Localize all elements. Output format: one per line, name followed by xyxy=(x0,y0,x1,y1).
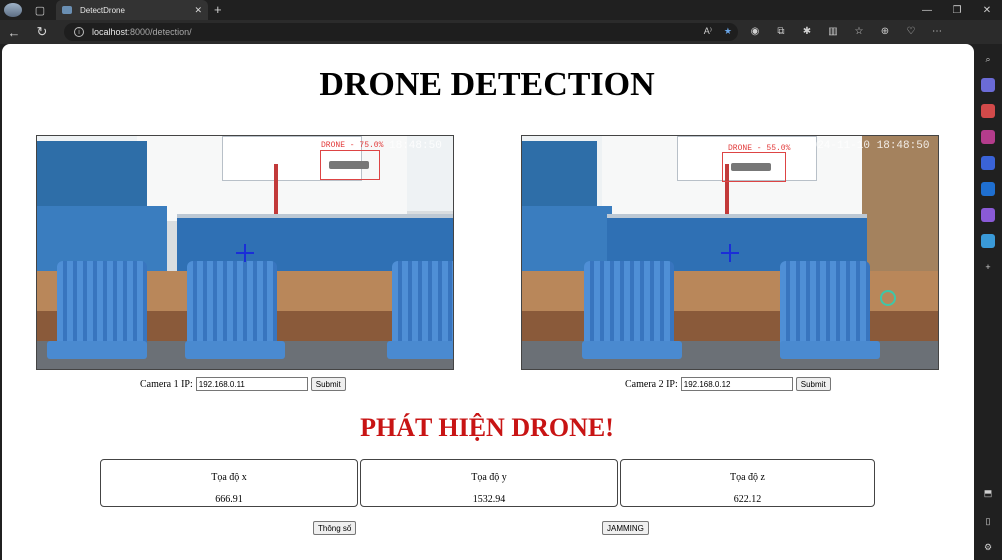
coord-z-box: Tọa độ z 622.12 xyxy=(620,459,875,507)
sidebar-games-icon[interactable] xyxy=(981,130,995,144)
browser-title-bar: ▢ DetectDrone ✕ + — ❐ ✕ xyxy=(0,0,1002,20)
detection-label: DRONE - 75.0% xyxy=(321,141,384,150)
cursor-icon xyxy=(880,290,896,306)
sidebar-add-icon[interactable]: + xyxy=(981,260,995,274)
profile-avatar[interactable] xyxy=(4,3,22,17)
split-screen-icon[interactable]: ▥ xyxy=(826,24,840,38)
back-icon[interactable]: ← xyxy=(0,25,28,40)
drone-image xyxy=(731,163,771,171)
coord-z-label: Tọa độ z xyxy=(730,472,765,483)
detection-label: DRONE - 55.0% xyxy=(728,144,791,153)
coord-y-box: Tọa độ y 1532.94 xyxy=(360,459,618,507)
coord-x-label: Tọa độ x xyxy=(211,472,247,483)
sidebar-copilot-icon[interactable] xyxy=(981,156,995,170)
workspaces-icon[interactable]: ▢ xyxy=(30,0,50,20)
page-title: DRONE DETECTION xyxy=(319,66,655,103)
camera-1-feed: DRONE - 75.0% 18:48:50 xyxy=(36,135,454,370)
favorites-icon[interactable]: ☆ xyxy=(852,24,866,38)
extension-icon[interactable]: ◉ xyxy=(748,24,762,38)
camera-2-submit-button[interactable]: Submit xyxy=(795,377,831,391)
close-window-icon[interactable]: ✕ xyxy=(972,0,1002,20)
camera-1-ip-label: Camera 1 IP: xyxy=(140,378,193,390)
tab-favicon-icon xyxy=(62,6,72,14)
drone-alert-heading: PHÁT HIỆN DRONE! xyxy=(360,413,614,442)
extensions-puzzle-icon[interactable]: ✱ xyxy=(800,24,814,38)
maximize-icon[interactable]: ❐ xyxy=(942,0,972,20)
drone-bounding-box xyxy=(722,152,786,182)
refresh-icon[interactable]: ↻ xyxy=(28,24,56,40)
favorite-star-icon[interactable]: ★ xyxy=(724,26,732,37)
camera-2-feed: DRONE - 55.0% 2024-11-10 18:48:50 xyxy=(521,135,939,370)
sidebar-designer-icon[interactable] xyxy=(981,208,995,222)
coord-y-label: Tọa độ y xyxy=(471,472,507,483)
sidebar-outlook-icon[interactable] xyxy=(981,182,995,196)
minimize-icon[interactable]: — xyxy=(912,0,942,20)
coord-x-box: Tọa độ x 666.91 xyxy=(100,459,358,507)
coord-z-value: 622.12 xyxy=(733,494,762,505)
camera-2-ip-input[interactable] xyxy=(680,377,793,391)
jamming-button[interactable]: JAMMING xyxy=(602,521,649,535)
translate-icon[interactable]: ⧉ xyxy=(774,24,788,38)
new-tab-icon[interactable]: + xyxy=(214,2,222,17)
browser-essentials-icon[interactable]: ♡ xyxy=(904,24,918,38)
sidebar-search-icon[interactable]: ⌕ xyxy=(981,52,995,66)
camera-timestamp: 2024-11-10 18:48:50 xyxy=(804,140,930,152)
sidebar-hide-icon[interactable]: ▯ xyxy=(981,514,995,528)
sidebar-drop-icon[interactable] xyxy=(981,234,995,248)
camera-timestamp: 18:48:50 xyxy=(389,140,442,152)
site-info-icon[interactable]: i xyxy=(74,27,84,37)
coord-x-value: 666.91 xyxy=(215,494,243,505)
browser-tab[interactable]: DetectDrone ✕ xyxy=(56,0,208,20)
tab-close-icon[interactable]: ✕ xyxy=(194,5,202,16)
more-options-icon[interactable]: ⋯ xyxy=(930,24,944,38)
camera-1-ip-form: Camera 1 IP: Submit xyxy=(140,377,346,391)
camera-2-ip-label: Camera 2 IP: xyxy=(625,378,678,390)
sidebar-screenshot-icon[interactable]: ⬒ xyxy=(981,486,995,500)
crosshair-vertical xyxy=(729,244,731,262)
url-path: :8000/detection/ xyxy=(127,27,192,37)
camera-1-ip-input[interactable] xyxy=(195,377,308,391)
collections-icon[interactable]: ⊕ xyxy=(878,24,892,38)
sidebar-tag-icon[interactable] xyxy=(981,78,995,92)
coord-y-value: 1532.94 xyxy=(472,494,506,505)
sidebar-tools-icon[interactable] xyxy=(981,104,995,118)
parameters-button[interactable]: Thông số xyxy=(313,521,357,535)
drone-image xyxy=(329,161,369,169)
camera-2-ip-form: Camera 2 IP: Submit xyxy=(625,377,831,391)
tab-title: DetectDrone xyxy=(80,5,125,15)
address-bar[interactable]: i localhost :8000/detection/ A⁾ ★ xyxy=(64,23,738,41)
camera-1-submit-button[interactable]: Submit xyxy=(310,377,346,391)
crosshair-vertical xyxy=(244,244,246,262)
sidebar-settings-icon[interactable]: ⚙ xyxy=(981,540,995,554)
web-page: DRONE DETECTION DRONE - 75.0% 18:48:50 D… xyxy=(2,44,974,560)
drone-bounding-box xyxy=(320,150,380,180)
read-aloud-icon[interactable]: A⁾ xyxy=(704,26,712,37)
url-host: localhost xyxy=(92,27,128,37)
navigation-bar: ← ↻ i localhost :8000/detection/ A⁾ ★ ◉ … xyxy=(0,20,1002,60)
edge-sidebar: ⌕ + ⬒ ▯ ⚙ xyxy=(974,44,1002,560)
